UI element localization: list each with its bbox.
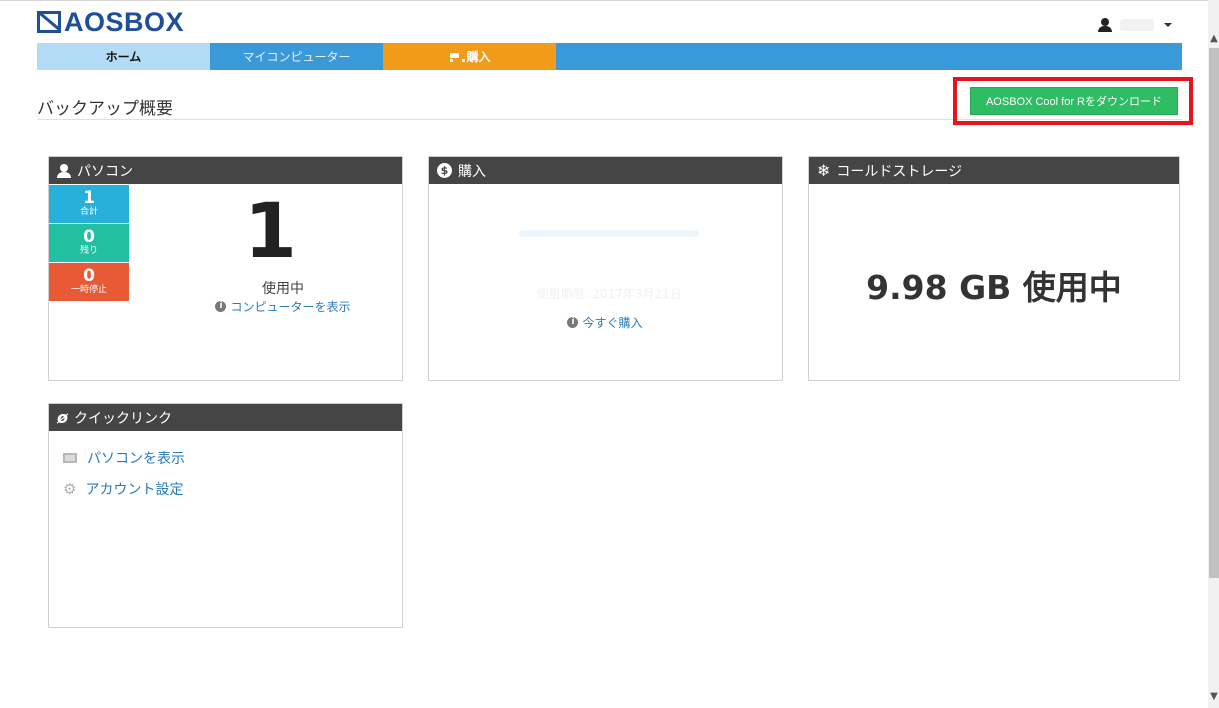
expiry-text: 使用期限: 2017年3月21日 <box>536 287 682 301</box>
quick-link-account-label: アカウント設定 <box>85 482 184 498</box>
stat-paused[interactable]: 0 一時停止 <box>49 263 129 301</box>
monitor-icon <box>63 453 77 463</box>
pc-panel-title: パソコン <box>77 163 133 180</box>
caret-down-icon <box>1164 23 1172 27</box>
pc-panel-header: パソコン <box>49 157 402 184</box>
cold-storage-usage: 9.98 GB 使用中 <box>866 268 1122 307</box>
tab-purchase[interactable]: 購入 <box>383 43 556 70</box>
scroll-up-icon[interactable]: ▲ <box>1209 32 1219 46</box>
buy-now-link[interactable]: i 今すぐ購入 <box>555 314 655 331</box>
stat-paused-value: 0 <box>83 266 95 286</box>
scroll-down-icon[interactable]: ▼ <box>1209 690 1219 704</box>
dollar-icon: $ <box>437 163 452 178</box>
quick-links-header: ø クイックリンク <box>49 404 402 431</box>
scrollbar-thumb[interactable] <box>1209 48 1219 578</box>
quick-links-title: クイックリンク <box>74 410 172 427</box>
view-computers-label: コンピューターを表示 <box>230 300 351 314</box>
tab-purchase-label: 購入 <box>466 50 491 64</box>
pc-panel: パソコン 1 合計 0 残り 0 一時停止 1 使用中 i コンピューターを表示 <box>48 156 403 381</box>
tab-my-computer[interactable]: マイコンピューター <box>210 43 383 70</box>
logo-text: AOSBOX <box>64 6 185 37</box>
snowflake-icon: ❄ <box>817 160 831 180</box>
tab-home-label: ホーム <box>105 50 142 64</box>
cart-icon <box>448 52 466 62</box>
page-title: バックアップ概要 <box>37 99 173 119</box>
aosbox-logo[interactable]: AOSBOX <box>37 6 185 37</box>
view-computers-link[interactable]: i コンピューターを表示 <box>199 298 367 315</box>
cold-storage-panel: ❄ コールドストレージ 9.98 GB 使用中 <box>808 156 1180 381</box>
top-border <box>0 0 1219 6</box>
buy-now-label: 今すぐ購入 <box>582 316 643 330</box>
logo-mark-icon <box>37 11 61 33</box>
pc-status: 使用中 <box>262 281 304 297</box>
faded-plan-text <box>519 230 699 237</box>
stat-paused-label: 一時停止 <box>70 285 107 295</box>
user-icon <box>1098 18 1112 32</box>
purchase-panel-header: $ 購入 <box>429 157 782 184</box>
quick-link-view-pc-label: パソコンを表示 <box>87 451 185 467</box>
user-name <box>1120 19 1154 31</box>
stat-remaining-value: 0 <box>83 227 95 247</box>
person-icon <box>57 163 71 178</box>
tab-my-computer-label: マイコンピューター <box>242 50 351 64</box>
cold-storage-title: コールドストレージ <box>836 163 963 180</box>
download-button[interactable]: AOSBOX Cool for Rをダウンロード <box>970 87 1178 115</box>
quick-link-account-settings[interactable]: ⚙ アカウント設定 <box>63 479 183 499</box>
cold-storage-panel-header: ❄ コールドストレージ <box>809 157 1179 184</box>
user-menu[interactable] <box>1098 14 1172 36</box>
stat-total-value: 1 <box>83 188 95 208</box>
info-icon: i <box>215 301 227 312</box>
stat-remaining[interactable]: 0 残り <box>49 224 129 262</box>
purchase-panel-title: 購入 <box>458 163 486 180</box>
stat-total[interactable]: 1 合計 <box>49 185 129 223</box>
pc-count: 1 <box>244 186 297 275</box>
purchase-panel: $ 購入 使用期限: 2017年3月21日 i 今すぐ購入 <box>428 156 783 381</box>
stat-remaining-label: 残り <box>79 246 98 256</box>
main-nav: ホーム マイコンピューター 購入 <box>37 43 1182 70</box>
info-icon: i <box>567 317 579 328</box>
gear-icon: ⚙ <box>63 479 77 498</box>
stat-total-label: 合計 <box>79 207 98 217</box>
quick-link-view-pc[interactable]: パソコンを表示 <box>63 448 185 468</box>
tab-home[interactable]: ホーム <box>37 43 210 70</box>
link-icon: ø <box>57 408 68 427</box>
quick-links-panel: ø クイックリンク パソコンを表示 ⚙ アカウント設定 <box>48 403 403 628</box>
